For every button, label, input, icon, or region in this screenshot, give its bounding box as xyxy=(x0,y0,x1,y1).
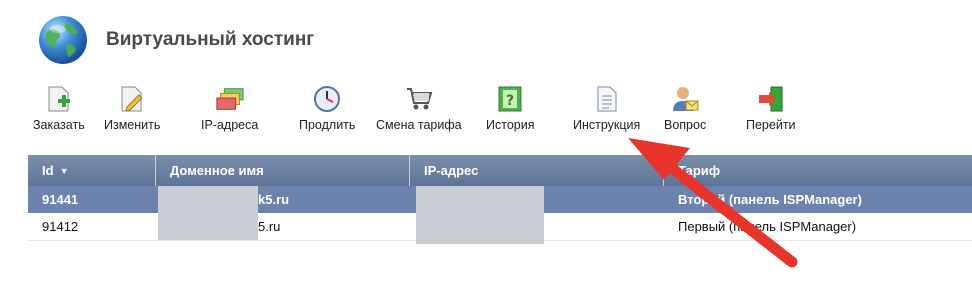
annotation-arrow xyxy=(628,138,798,268)
